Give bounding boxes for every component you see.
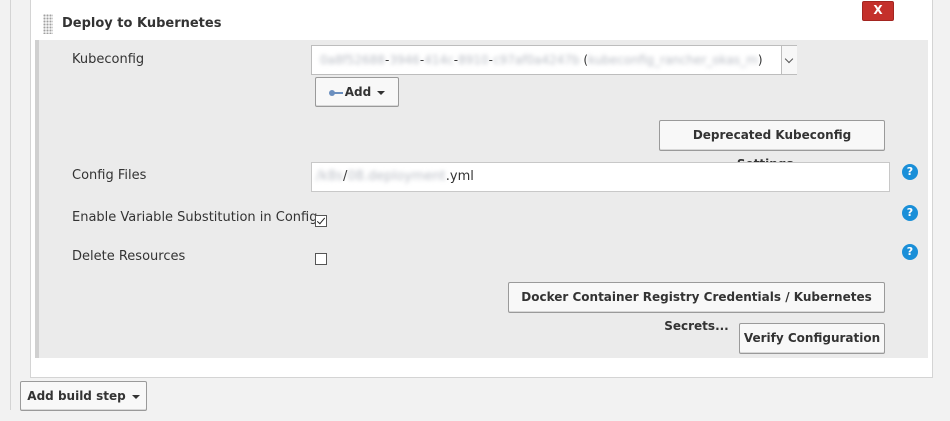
caret-down-icon [131, 394, 140, 399]
checkmark-icon [316, 215, 326, 225]
variable-substitution-label: Enable Variable Substitution in Config [72, 210, 318, 225]
chevron-down-icon[interactable] [781, 46, 797, 74]
step-config-panel: Kubeconfig 0a8f52688-3946-414c-8910-c97a… [35, 40, 928, 358]
add-credentials-button[interactable]: Add [315, 77, 399, 107]
kubeconfig-name: kubeconfig_rancher_okas_m [588, 53, 758, 67]
docker-registry-credentials-button[interactable]: Docker Container Registry Credentials / … [508, 282, 885, 333]
delete-resources-help-icon[interactable]: ? [902, 244, 918, 260]
delete-resources-label: Delete Resources [72, 249, 186, 264]
key-icon [328, 89, 343, 97]
variable-substitution-help-icon[interactable]: ? [902, 205, 918, 221]
config-files-help-icon[interactable]: ? [902, 164, 918, 180]
deploy-to-kubernetes-step: Deploy to Kubernetes X Kubeconfig 0a8f52… [30, 0, 933, 378]
config-files-label: Config Files [72, 168, 147, 183]
step-title: Deploy to Kubernetes [62, 16, 222, 31]
delete-resources-checkbox[interactable] [315, 253, 327, 265]
delete-step-button[interactable]: X [862, 1, 894, 21]
verify-configuration-button[interactable]: Verify Configuration [739, 323, 885, 354]
build-steps-area: Deploy to Kubernetes X Kubeconfig 0a8f52… [10, 0, 941, 410]
drag-handle-icon[interactable] [43, 14, 53, 34]
kubeconfig-id-part1: 0a8f52688 [320, 53, 386, 67]
variable-substitution-checkbox[interactable] [315, 215, 327, 227]
deprecated-kubeconfig-settings-button[interactable]: Deprecated Kubeconfig Settings... [659, 120, 885, 171]
kubeconfig-select[interactable]: 0a8f52688-3946-414c-8910-c97af0a4247b (k… [311, 45, 797, 75]
config-files-input[interactable]: /k8s/08.deployment.yml [311, 162, 890, 192]
caret-down-icon [377, 90, 386, 95]
kubeconfig-label: Kubeconfig [72, 52, 145, 67]
add-build-step-button[interactable]: Add build step [20, 381, 147, 411]
